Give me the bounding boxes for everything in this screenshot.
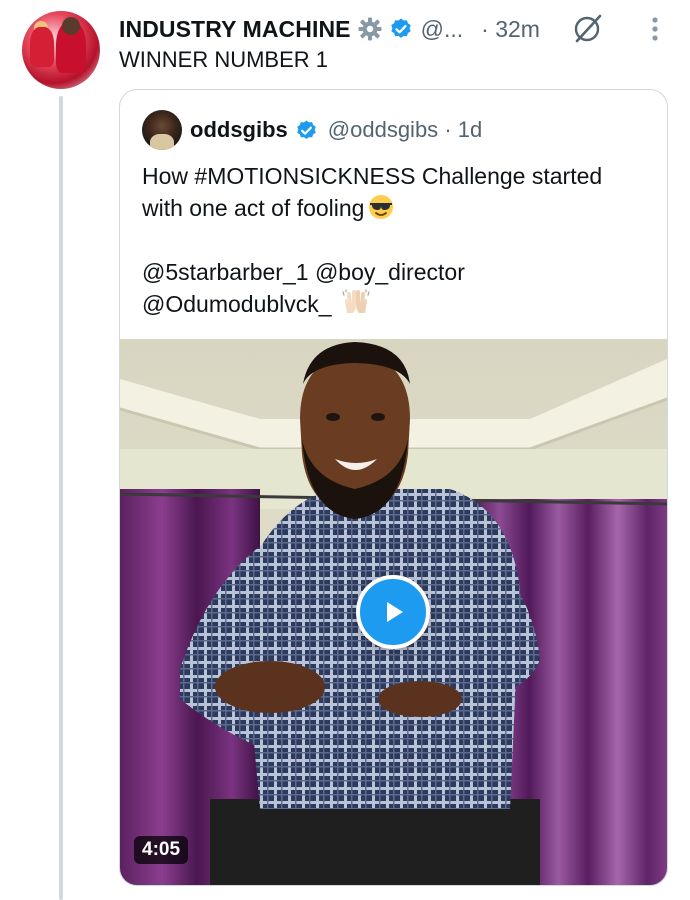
quoted-text-line: with one act of fooling	[142, 195, 365, 221]
time-separator: ·	[481, 15, 489, 42]
tweet-text: WINNER NUMBER 1	[119, 47, 329, 72]
quoted-author-avatar[interactable]	[142, 110, 182, 150]
author-handle[interactable]: @...	[421, 16, 464, 43]
thread-connector-line	[59, 96, 63, 900]
quoted-verified-icon	[295, 119, 318, 142]
raising-hands-emoji-icon	[342, 289, 370, 317]
smiling-face-with-sunglasses-emoji-icon	[368, 194, 394, 220]
video-duration-badge: 4:05	[134, 836, 189, 864]
tweet-header: INDUSTRY MACHINE @... · 32m	[119, 12, 679, 46]
quoted-tweet-card[interactable]: oddsgibs @oddsgibs · 1d How #MOTIONSICKN…	[119, 89, 668, 886]
quoted-time-separator: ·	[444, 117, 452, 142]
author-avatar[interactable]	[22, 11, 100, 89]
quoted-author-handle[interactable]: @oddsgibs	[328, 117, 438, 143]
gear-badge-icon	[357, 16, 383, 42]
quoted-mentions-line[interactable]: @5starbarber_1 @boy_director	[142, 256, 652, 288]
tweet-timestamp[interactable]: 32m	[495, 16, 540, 42]
author-name[interactable]: INDUSTRY MACHINE	[119, 16, 351, 43]
more-options-icon[interactable]	[643, 14, 667, 44]
verified-icon	[389, 17, 413, 41]
grok-icon[interactable]	[571, 12, 605, 46]
quoted-text-line: How #MOTIONSICKNESS Challenge started	[142, 163, 603, 189]
quoted-tweet-header: oddsgibs @oddsgibs · 1d	[190, 112, 482, 148]
quoted-author-name[interactable]: oddsgibs	[190, 117, 288, 143]
quoted-tweet-text: How #MOTIONSICKNESS Challenge started wi…	[142, 160, 652, 320]
quoted-mention-link[interactable]: @Odumodublvck_	[142, 291, 332, 317]
video-player[interactable]: 4:05	[120, 339, 667, 885]
play-button[interactable]	[356, 575, 430, 649]
quoted-timestamp[interactable]: 1d	[458, 117, 482, 142]
play-icon	[387, 602, 403, 622]
